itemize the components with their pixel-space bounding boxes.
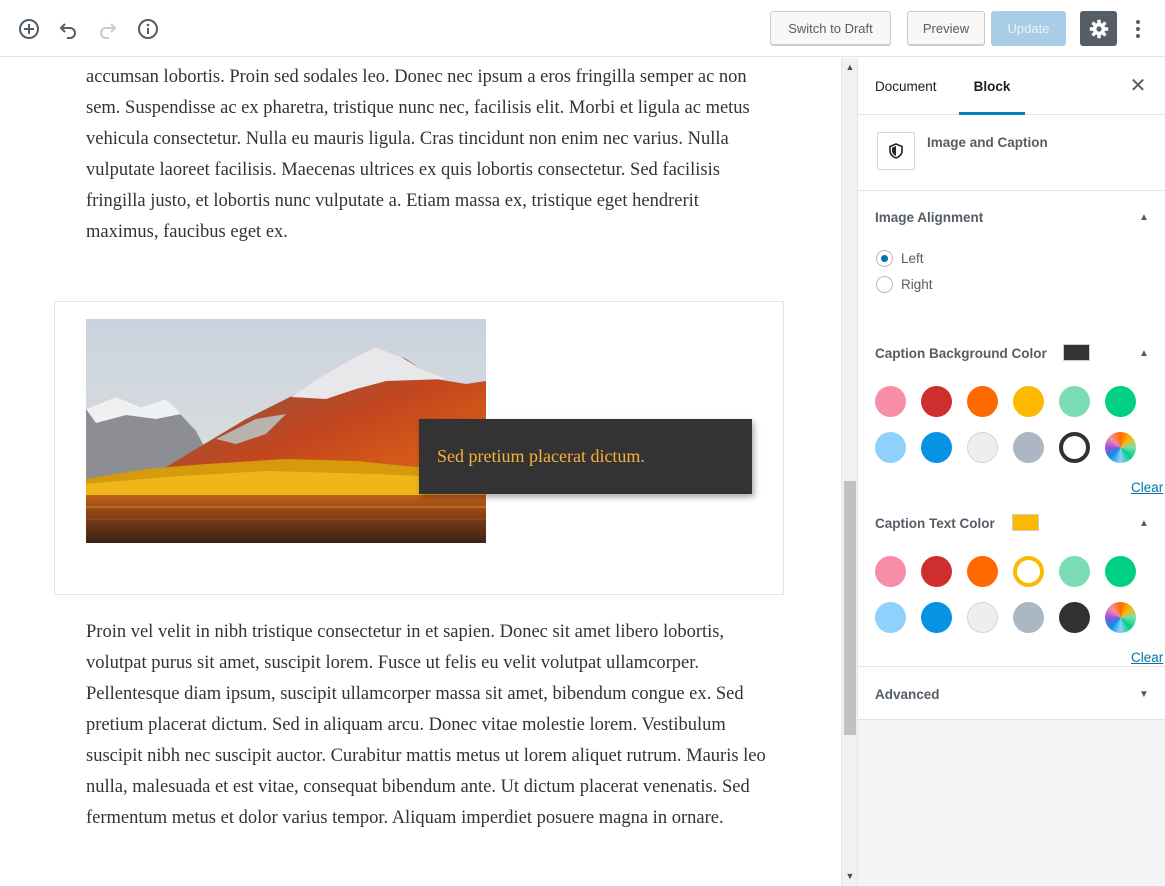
- scroll-down-icon[interactable]: ▼: [845, 871, 855, 881]
- chevron-up-icon[interactable]: ▲: [1138, 518, 1150, 530]
- caption-text[interactable]: Sed pretium placerat dictum.: [437, 446, 645, 467]
- tab-document[interactable]: Document: [875, 58, 937, 115]
- image-caption[interactable]: Sed pretium placerat dictum.: [419, 419, 752, 494]
- gear-icon: [1089, 19, 1108, 38]
- radio-label-left: Left: [901, 251, 924, 266]
- caption-text-swatch-2[interactable]: [967, 556, 998, 587]
- caption-bg-heading[interactable]: Caption Background Color: [875, 346, 1047, 361]
- settings-sidebar: Document Block ✕ Image and Caption Image…: [857, 58, 1165, 886]
- block-card: Image and Caption: [858, 115, 1165, 191]
- radio-align-right[interactable]: [876, 276, 893, 293]
- caption-text-clear-link[interactable]: Clear: [1131, 650, 1163, 665]
- editor-canvas: accumsan lobortis. Proin sed sodales leo…: [0, 58, 841, 886]
- caption-bg-clear-link[interactable]: Clear: [1131, 480, 1163, 495]
- settings-button[interactable]: [1080, 11, 1117, 46]
- caption-text-swatch-6[interactable]: [875, 602, 906, 633]
- caption-text-heading[interactable]: Caption Text Color: [875, 516, 995, 531]
- caption-bg-swatch-7[interactable]: [921, 432, 952, 463]
- info-icon[interactable]: [133, 14, 163, 44]
- paragraph-block[interactable]: Proin vel velit in nibh tristique consec…: [86, 617, 766, 834]
- caption-text-swatch-4[interactable]: [1059, 556, 1090, 587]
- caption-text-swatch-3[interactable]: [1013, 556, 1044, 587]
- undo-icon[interactable]: [53, 14, 83, 44]
- chevron-up-icon[interactable]: ▲: [1138, 212, 1150, 224]
- redo-icon[interactable]: [93, 14, 123, 44]
- caption-bg-swatch-4[interactable]: [1059, 386, 1090, 417]
- more-menu-icon[interactable]: [1128, 14, 1148, 44]
- shield-icon: [877, 132, 915, 170]
- caption-bg-swatch-0[interactable]: [875, 386, 906, 417]
- preview-button[interactable]: Preview: [907, 11, 985, 46]
- tab-block[interactable]: Block: [959, 58, 1025, 115]
- caption-bg-indicator: [1063, 344, 1090, 361]
- caption-bg-swatch-2[interactable]: [967, 386, 998, 417]
- caption-text-swatch-0[interactable]: [875, 556, 906, 587]
- caption-text-swatch-custom[interactable]: [1105, 602, 1136, 633]
- update-button[interactable]: Update: [991, 11, 1066, 46]
- scroll-thumb[interactable]: [844, 481, 856, 735]
- paragraph-block[interactable]: accumsan lobortis. Proin sed sodales leo…: [86, 62, 766, 248]
- editor-scrollbar[interactable]: ▲ ▼: [841, 58, 857, 886]
- radio-label-right: Right: [901, 277, 933, 292]
- caption-text-swatch-10[interactable]: [1059, 602, 1090, 633]
- sidebar-tabs: Document Block ✕: [858, 58, 1165, 115]
- caption-text-swatch-1[interactable]: [921, 556, 952, 587]
- chevron-down-icon[interactable]: ▼: [1138, 689, 1150, 701]
- block-title: Image and Caption: [927, 135, 1048, 150]
- caption-bg-swatch-custom[interactable]: [1105, 432, 1136, 463]
- advanced-heading[interactable]: Advanced: [875, 687, 940, 702]
- add-block-icon[interactable]: [14, 14, 44, 44]
- section-divider: [858, 666, 1165, 667]
- caption-text-swatch-5[interactable]: [1105, 556, 1136, 587]
- close-icon[interactable]: ✕: [1128, 75, 1148, 97]
- radio-align-left[interactable]: [876, 250, 893, 267]
- switch-to-draft-button[interactable]: Switch to Draft: [770, 11, 891, 46]
- caption-text-indicator: [1012, 514, 1039, 531]
- caption-text-swatch-8[interactable]: [967, 602, 998, 633]
- image-alignment-heading[interactable]: Image Alignment: [875, 210, 983, 225]
- caption-bg-swatch-8[interactable]: [967, 432, 998, 463]
- editor-toolbar: Switch to Draft Preview Update: [0, 0, 1165, 57]
- caption-bg-swatch-10[interactable]: [1059, 432, 1090, 463]
- scroll-up-icon[interactable]: ▲: [845, 62, 855, 72]
- block-settings-panel: Document Block ✕ Image and Caption Image…: [858, 58, 1165, 720]
- caption-bg-swatch-9[interactable]: [1013, 432, 1044, 463]
- caption-text-swatch-7[interactable]: [921, 602, 952, 633]
- caption-bg-swatch-6[interactable]: [875, 432, 906, 463]
- caption-bg-swatch-1[interactable]: [921, 386, 952, 417]
- caption-bg-swatch-3[interactable]: [1013, 386, 1044, 417]
- caption-bg-swatch-5[interactable]: [1105, 386, 1136, 417]
- caption-text-swatch-9[interactable]: [1013, 602, 1044, 633]
- chevron-up-icon[interactable]: ▲: [1138, 348, 1150, 360]
